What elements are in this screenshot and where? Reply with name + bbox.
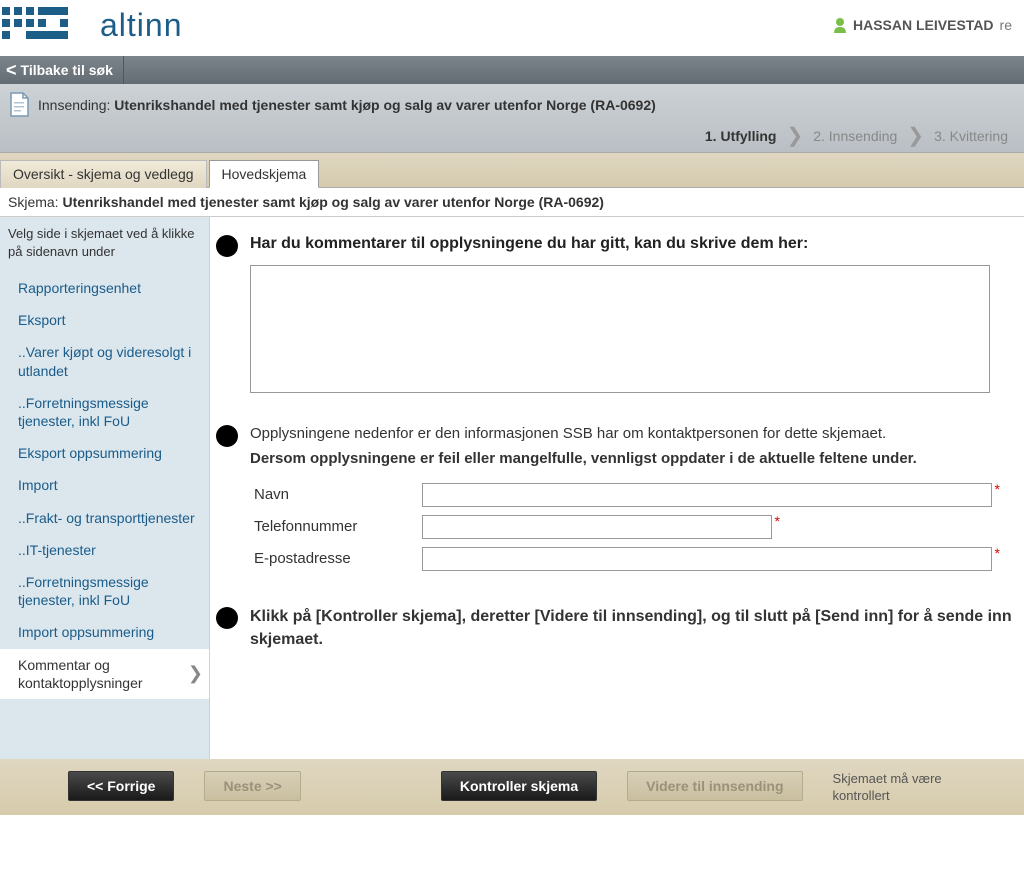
sidebar-item-eksport-oppsummering[interactable]: Eksport oppsummering bbox=[0, 437, 209, 469]
email-input[interactable] bbox=[422, 547, 992, 571]
brand-logo: altinn bbox=[0, 5, 183, 45]
sidebar: Velg side i skjemaet ved å klikke på sid… bbox=[0, 217, 210, 759]
tab-overview[interactable]: Oversikt - skjema og vedlegg bbox=[0, 160, 207, 188]
name-label: Navn bbox=[250, 486, 422, 503]
phone-input[interactable] bbox=[422, 515, 772, 539]
contact-info-instruction: Dersom opplysningene er feil eller mange… bbox=[250, 448, 1018, 469]
name-input[interactable] bbox=[422, 483, 992, 507]
back-to-search-link[interactable]: < Tilbake til søk bbox=[0, 56, 124, 84]
step-1: 1. Utfylling bbox=[705, 128, 777, 144]
required-star: * bbox=[775, 513, 780, 529]
sidebar-item-rapporteringsenhet[interactable]: Rapporteringsenhet bbox=[0, 272, 209, 304]
sidebar-instructions: Velg side i skjemaet ved å klikke på sid… bbox=[0, 217, 209, 272]
tab-main-form[interactable]: Hovedskjema bbox=[209, 160, 320, 188]
sidebar-item-frakt[interactable]: ..Frakt- og transporttjenester bbox=[0, 502, 209, 534]
chevron-right-icon: ❯ bbox=[786, 131, 803, 141]
bullet-icon bbox=[216, 235, 238, 257]
altinn-logo-icon bbox=[0, 5, 90, 45]
progress-steps: 1. Utfylling ❯ 2. Innsending ❯ 3. Kvitte… bbox=[8, 128, 1014, 144]
schema-prefix: Skjema: bbox=[8, 194, 62, 210]
chevron-right-icon: ❯ bbox=[907, 131, 924, 141]
submit-instructions: Klikk på [Kontroller skjema], deretter [… bbox=[250, 605, 1018, 651]
required-star: * bbox=[995, 481, 1000, 497]
sidebar-item-import-oppsummering[interactable]: Import oppsummering bbox=[0, 616, 209, 648]
user-icon bbox=[833, 17, 847, 33]
comments-textarea[interactable] bbox=[250, 265, 990, 393]
email-label: E-postadresse bbox=[250, 550, 422, 567]
footer-note: Skjemaet må være kontrollert bbox=[833, 771, 983, 805]
sidebar-item-forretningsmessige-1[interactable]: ..Forretningsmessige tjenester, inkl FoU bbox=[0, 387, 209, 437]
sidebar-item-import[interactable]: Import bbox=[0, 469, 209, 501]
sidebar-item-it-tjenester[interactable]: ..IT-tjenester bbox=[0, 534, 209, 566]
required-star: * bbox=[995, 545, 1000, 561]
sidebar-item-varer-kjopt[interactable]: ..Varer kjøpt og videresolgt i utlandet bbox=[0, 336, 209, 386]
sidebar-item-kommentar[interactable]: Kommentar og kontaktopplysninger ❯ bbox=[0, 649, 209, 699]
schema-title: Utenrikshandel med tjenester samt kjøp o… bbox=[62, 194, 604, 210]
comments-heading: Har du kommentarer til opplysningene du … bbox=[250, 233, 1018, 255]
main-content: Har du kommentarer til opplysningene du … bbox=[210, 217, 1024, 759]
back-label: Tilbake til søk bbox=[21, 62, 113, 78]
previous-button[interactable]: << Forrige bbox=[68, 771, 174, 801]
bullet-icon bbox=[216, 425, 238, 447]
bullet-icon bbox=[216, 607, 238, 629]
submission-prefix: Innsending: bbox=[38, 97, 114, 113]
step-2: 2. Innsending bbox=[813, 128, 897, 144]
next-button: Neste >> bbox=[204, 771, 300, 801]
chevron-right-icon: ❯ bbox=[188, 662, 203, 685]
sidebar-item-label: Kommentar og kontaktopplysninger bbox=[18, 656, 188, 692]
contact-info-text: Opplysningene nedenfor er den informasjo… bbox=[250, 423, 1018, 444]
step-3: 3. Kvittering bbox=[934, 128, 1008, 144]
submission-title: Utenrikshandel med tjenester samt kjøp o… bbox=[114, 97, 656, 113]
document-icon bbox=[8, 92, 30, 118]
forward-to-submission-button: Videre til innsending bbox=[627, 771, 802, 801]
sidebar-item-eksport[interactable]: Eksport bbox=[0, 304, 209, 336]
check-form-button[interactable]: Kontroller skjema bbox=[441, 771, 597, 801]
chevron-left-icon: < bbox=[6, 61, 17, 79]
brand-text: altinn bbox=[100, 7, 183, 44]
user-suffix: re bbox=[1000, 17, 1012, 33]
phone-label: Telefonnummer bbox=[250, 518, 422, 535]
sidebar-item-forretningsmessige-2[interactable]: ..Forretningsmessige tjenester, inkl FoU bbox=[0, 566, 209, 616]
user-name: HASSAN LEIVESTAD bbox=[853, 17, 994, 33]
